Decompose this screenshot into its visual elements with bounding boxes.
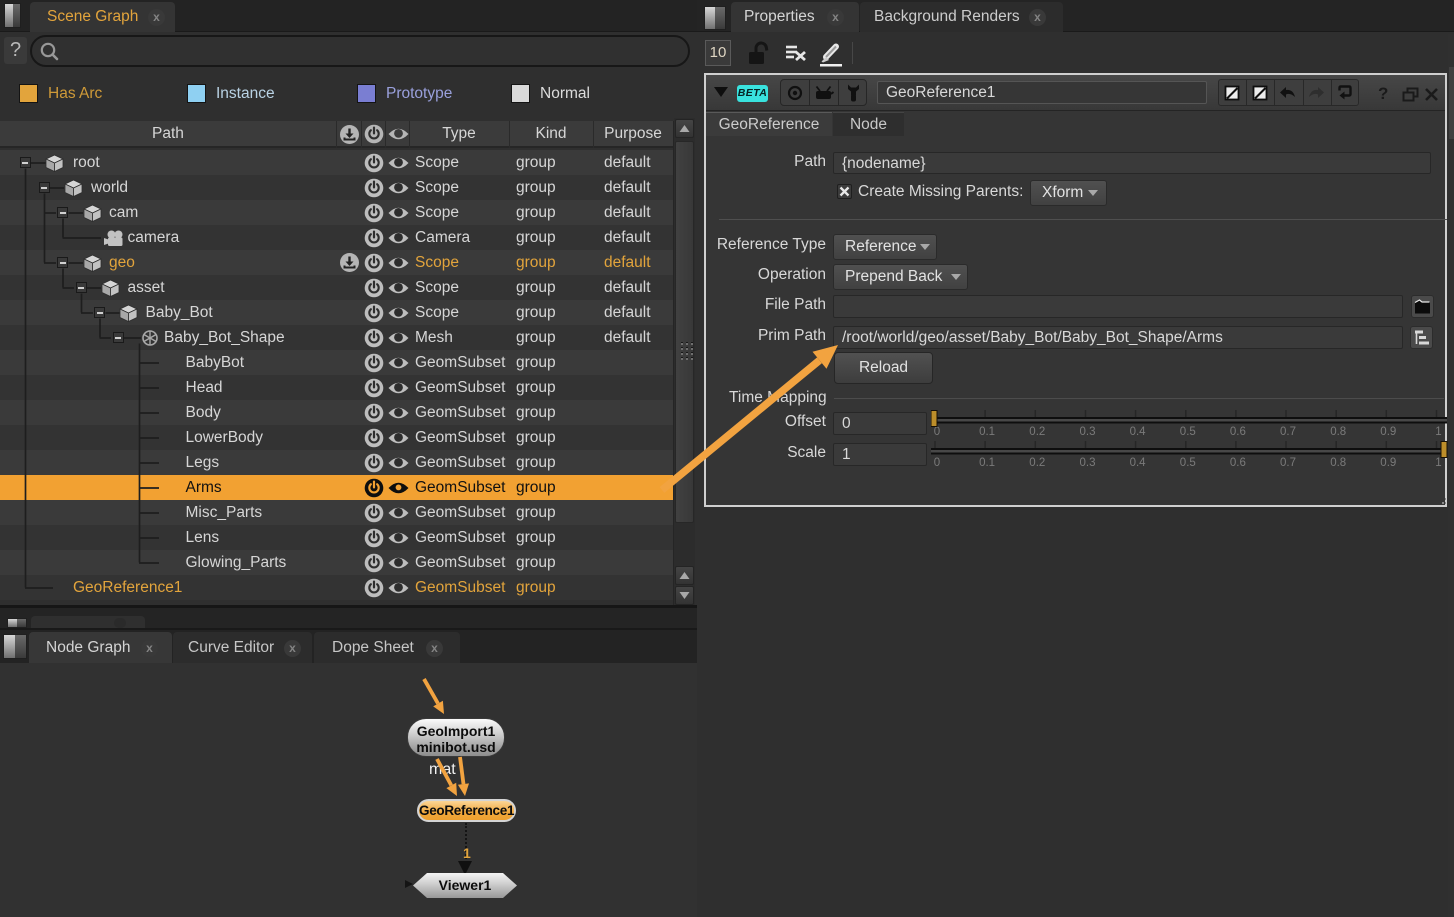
svg-text:0: 0 (934, 457, 940, 469)
svg-text:0.1: 0.1 (979, 457, 995, 469)
svg-text:1: 1 (1435, 457, 1441, 469)
svg-text:0.6: 0.6 (1230, 457, 1246, 469)
svg-text:0.2: 0.2 (1029, 457, 1045, 469)
svg-text:0.9: 0.9 (1380, 457, 1396, 469)
svg-text:0.3: 0.3 (1080, 457, 1096, 469)
svg-text:0.5: 0.5 (1180, 457, 1196, 469)
svg-text:0.4: 0.4 (1130, 457, 1147, 469)
svg-text:0.8: 0.8 (1330, 457, 1346, 469)
svg-text:0.7: 0.7 (1280, 457, 1296, 469)
